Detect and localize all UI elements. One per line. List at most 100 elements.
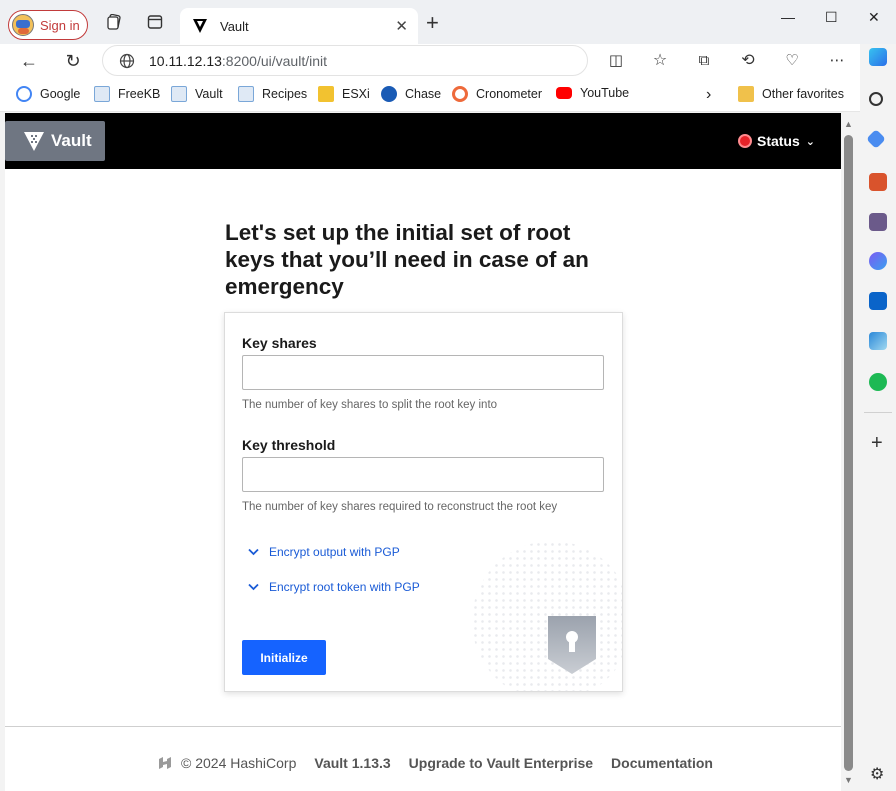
tools-icon[interactable] <box>869 173 887 191</box>
workspaces-icon[interactable] <box>105 13 123 32</box>
footer-divider <box>5 726 841 727</box>
page-viewport: Vault Status ⌄ Let's set up the initial … <box>5 113 841 791</box>
hashicorp-logo-icon <box>159 757 171 769</box>
vault-home-link[interactable]: Vault <box>5 121 105 161</box>
spotify-icon[interactable] <box>869 373 887 391</box>
vmware-icon <box>318 86 334 102</box>
edge-sidebar: + ⚙ <box>860 44 896 791</box>
favorites-overflow-chevron-icon[interactable]: › <box>706 86 711 104</box>
favorite-label: Google <box>40 87 81 101</box>
favorite-esxi[interactable]: ESXi <box>318 86 370 102</box>
new-tab-icon[interactable]: + <box>426 12 439 34</box>
encrypt-output-pgp-label: Encrypt output with PGP <box>269 545 400 559</box>
favorites-star-icon[interactable]: ☆ <box>649 50 671 72</box>
globe-icon <box>119 53 135 68</box>
vault-logo-icon <box>24 132 44 151</box>
favorite-freekb[interactable]: FreeKB <box>94 86 160 102</box>
tab-title: Vault <box>220 18 249 34</box>
add-sidebar-app-icon[interactable]: + <box>871 432 883 455</box>
footer-version-link[interactable]: Vault 1.13.3 <box>314 755 390 771</box>
key-threshold-help: The number of key shares required to rec… <box>242 501 558 513</box>
other-favorites-folder[interactable]: Other favorites <box>738 86 844 102</box>
scroll-down-icon[interactable]: ▼ <box>844 775 853 785</box>
navigation-bar: ← ↻ 10.11.12.13:8200/ui/vault/init ◫ ☆ ⧉… <box>0 44 860 78</box>
key-threshold-label: Key threshold <box>242 437 336 453</box>
status-menu-button[interactable]: Status ⌄ <box>737 133 815 149</box>
refresh-icon[interactable]: ↻ <box>62 50 84 72</box>
signin-label: Sign in <box>40 17 80 33</box>
url-host: 10.11.12.13 <box>149 52 222 69</box>
vault-logo-text: Vault <box>51 131 92 150</box>
youtube-icon <box>556 87 572 99</box>
tab-close-icon[interactable]: ✕ <box>395 17 408 35</box>
key-shares-label: Key shares <box>242 335 317 351</box>
key-shares-help: The number of key shares to split the ro… <box>242 399 498 411</box>
footer-copyright: © 2024 HashiCorp <box>181 755 297 771</box>
favorite-label: Cronometer <box>476 87 542 101</box>
favorite-label: FreeKB <box>118 87 161 101</box>
search-icon[interactable] <box>869 92 883 106</box>
chase-icon <box>381 86 397 102</box>
favorite-label: Recipes <box>262 87 308 101</box>
other-favorites-label: Other favorites <box>762 87 844 101</box>
favorite-label: ESXi <box>342 87 370 101</box>
tab-actions-icon[interactable] <box>146 14 164 32</box>
vault-favicon-icon <box>193 19 207 33</box>
url-text: 10.11.12.13:8200/ui/vault/init <box>149 53 327 69</box>
profile-signin-button[interactable]: Sign in <box>8 10 88 40</box>
minimize-icon[interactable]: — <box>781 9 795 25</box>
outlook-icon[interactable] <box>869 292 887 310</box>
copilot-icon[interactable] <box>869 48 887 66</box>
microsoft365-icon[interactable] <box>869 252 887 270</box>
encrypt-output-pgp-toggle[interactable]: Encrypt output with PGP <box>248 545 400 559</box>
favorite-label: Vault <box>195 87 223 101</box>
favorite-youtube[interactable]: YouTube <box>556 86 629 100</box>
footer-documentation-link[interactable]: Documentation <box>611 755 713 771</box>
favorite-vault[interactable]: Vault <box>171 86 223 102</box>
key-threshold-input[interactable] <box>242 457 604 492</box>
browser-essentials-icon[interactable]: ♡ <box>781 50 803 72</box>
window-close-icon[interactable]: ✕ <box>868 9 880 26</box>
more-menu-icon[interactable]: ⋯ <box>826 50 848 72</box>
vault-header: Vault Status ⌄ <box>5 113 841 169</box>
folder-icon <box>738 86 754 102</box>
page-scrollbar[interactable]: ▲ ▼ <box>841 113 857 791</box>
avatar <box>12 14 34 36</box>
favorite-google[interactable]: Google <box>16 86 80 102</box>
back-icon[interactable]: ← <box>18 50 40 72</box>
page-footer: © 2024 HashiCorp Vault 1.13.3 Upgrade to… <box>157 755 731 771</box>
google-icon <box>16 86 32 102</box>
address-bar[interactable]: 10.11.12.13:8200/ui/vault/init <box>102 45 588 76</box>
games-icon[interactable] <box>869 213 887 231</box>
favorite-chase[interactable]: Chase <box>381 86 441 102</box>
favorite-recipes[interactable]: Recipes <box>238 86 307 102</box>
favorites-bar: Google FreeKB Vault Recipes ESXi Chase C… <box>0 78 860 112</box>
browser-tabstrip: Sign in Vault ✕ + — ☐ ✕ <box>0 0 896 44</box>
footer-upgrade-link[interactable]: Upgrade to Vault Enterprise <box>409 755 593 771</box>
status-label: Status <box>756 133 800 149</box>
favorite-label: Chase <box>405 87 442 101</box>
shopping-tag-icon[interactable] <box>866 129 886 149</box>
split-screen-icon[interactable]: ◫ <box>605 50 627 72</box>
collections-icon[interactable]: ⧉ <box>693 50 715 72</box>
key-shares-input[interactable] <box>242 355 604 390</box>
chevron-down-icon: ⌄ <box>805 135 815 148</box>
initialize-button[interactable]: Initialize <box>242 640 326 675</box>
scrollbar-thumb[interactable] <box>844 135 853 771</box>
send-icon[interactable] <box>869 332 887 350</box>
settings-gear-icon[interactable]: ⚙ <box>870 764 884 784</box>
tab-vault[interactable]: Vault ✕ <box>180 8 418 44</box>
favorite-label: YouTube <box>580 86 630 100</box>
keyhole-shield-icon <box>548 616 596 674</box>
url-path: :8200/ui/vault/init <box>221 52 327 69</box>
sidebar-divider <box>864 412 892 413</box>
favorite-cronometer[interactable]: Cronometer <box>452 86 542 102</box>
page-icon <box>238 86 254 102</box>
status-indicator-icon <box>737 134 752 148</box>
maximize-icon[interactable]: ☐ <box>825 9 838 26</box>
scroll-up-icon[interactable]: ▲ <box>844 119 853 129</box>
encrypt-root-token-pgp-label: Encrypt root token with PGP <box>269 580 420 594</box>
history-icon[interactable]: ⟲ <box>737 50 759 72</box>
encrypt-root-token-pgp-toggle[interactable]: Encrypt root token with PGP <box>248 580 420 594</box>
cronometer-icon <box>452 86 468 102</box>
